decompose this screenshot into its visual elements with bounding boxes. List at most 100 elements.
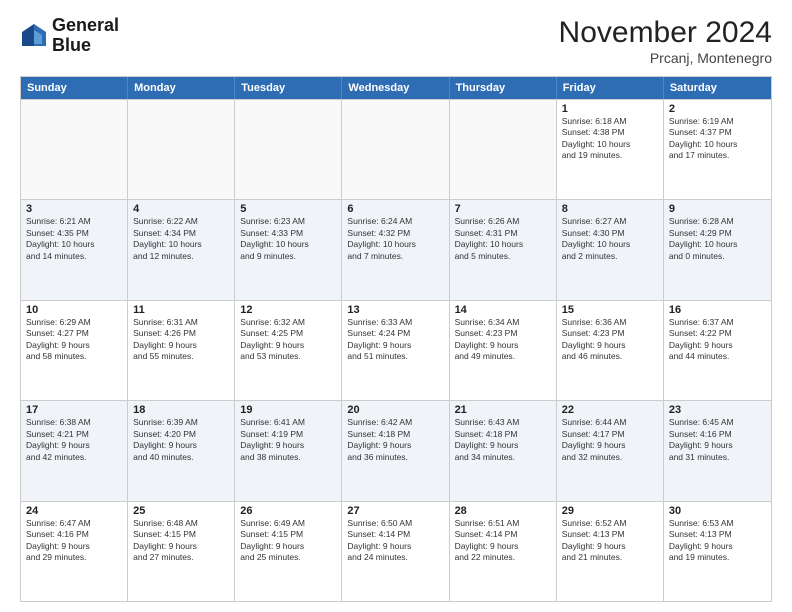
- day-number: 27: [347, 505, 443, 517]
- cell-info: Sunrise: 6:28 AM Sunset: 4:29 PM Dayligh…: [669, 216, 766, 262]
- cal-cell: 23Sunrise: 6:45 AM Sunset: 4:16 PM Dayli…: [664, 401, 771, 500]
- subtitle: Prcanj, Montenegro: [559, 50, 772, 66]
- cal-row-2: 3Sunrise: 6:21 AM Sunset: 4:35 PM Daylig…: [21, 199, 771, 299]
- day-header-tuesday: Tuesday: [235, 77, 342, 99]
- cell-info: Sunrise: 6:41 AM Sunset: 4:19 PM Dayligh…: [240, 417, 336, 463]
- day-number: 24: [26, 505, 122, 517]
- day-number: 15: [562, 304, 658, 316]
- main-title: November 2024: [559, 16, 772, 50]
- day-number: 6: [347, 203, 443, 215]
- day-number: 1: [562, 103, 658, 115]
- cal-cell: 29Sunrise: 6:52 AM Sunset: 4:13 PM Dayli…: [557, 502, 664, 601]
- cell-info: Sunrise: 6:49 AM Sunset: 4:15 PM Dayligh…: [240, 518, 336, 564]
- header: General Blue November 2024 Prcanj, Monte…: [20, 16, 772, 66]
- cell-info: Sunrise: 6:27 AM Sunset: 4:30 PM Dayligh…: [562, 216, 658, 262]
- day-header-saturday: Saturday: [664, 77, 771, 99]
- cal-cell: 24Sunrise: 6:47 AM Sunset: 4:16 PM Dayli…: [21, 502, 128, 601]
- day-header-sunday: Sunday: [21, 77, 128, 99]
- day-number: 20: [347, 404, 443, 416]
- cell-info: Sunrise: 6:37 AM Sunset: 4:22 PM Dayligh…: [669, 317, 766, 363]
- cell-info: Sunrise: 6:48 AM Sunset: 4:15 PM Dayligh…: [133, 518, 229, 564]
- cal-cell: 9Sunrise: 6:28 AM Sunset: 4:29 PM Daylig…: [664, 200, 771, 299]
- calendar-header: SundayMondayTuesdayWednesdayThursdayFrid…: [21, 77, 771, 99]
- logo-text: General Blue: [52, 16, 119, 56]
- cal-cell: 27Sunrise: 6:50 AM Sunset: 4:14 PM Dayli…: [342, 502, 449, 601]
- cal-cell: 13Sunrise: 6:33 AM Sunset: 4:24 PM Dayli…: [342, 301, 449, 400]
- day-number: 18: [133, 404, 229, 416]
- cell-info: Sunrise: 6:22 AM Sunset: 4:34 PM Dayligh…: [133, 216, 229, 262]
- day-header-wednesday: Wednesday: [342, 77, 449, 99]
- calendar-body: 1Sunrise: 6:18 AM Sunset: 4:38 PM Daylig…: [21, 99, 771, 601]
- cal-cell: 14Sunrise: 6:34 AM Sunset: 4:23 PM Dayli…: [450, 301, 557, 400]
- day-number: 23: [669, 404, 766, 416]
- cal-cell: [235, 100, 342, 199]
- cell-info: Sunrise: 6:26 AM Sunset: 4:31 PM Dayligh…: [455, 216, 551, 262]
- page: General Blue November 2024 Prcanj, Monte…: [0, 0, 792, 612]
- cal-row-4: 17Sunrise: 6:38 AM Sunset: 4:21 PM Dayli…: [21, 400, 771, 500]
- cal-cell: [450, 100, 557, 199]
- cell-info: Sunrise: 6:45 AM Sunset: 4:16 PM Dayligh…: [669, 417, 766, 463]
- cell-info: Sunrise: 6:38 AM Sunset: 4:21 PM Dayligh…: [26, 417, 122, 463]
- day-number: 4: [133, 203, 229, 215]
- cal-cell: 18Sunrise: 6:39 AM Sunset: 4:20 PM Dayli…: [128, 401, 235, 500]
- day-number: 5: [240, 203, 336, 215]
- cell-info: Sunrise: 6:39 AM Sunset: 4:20 PM Dayligh…: [133, 417, 229, 463]
- day-number: 11: [133, 304, 229, 316]
- cell-info: Sunrise: 6:19 AM Sunset: 4:37 PM Dayligh…: [669, 116, 766, 162]
- day-number: 22: [562, 404, 658, 416]
- cell-info: Sunrise: 6:50 AM Sunset: 4:14 PM Dayligh…: [347, 518, 443, 564]
- day-header-thursday: Thursday: [450, 77, 557, 99]
- cal-cell: 16Sunrise: 6:37 AM Sunset: 4:22 PM Dayli…: [664, 301, 771, 400]
- cell-info: Sunrise: 6:31 AM Sunset: 4:26 PM Dayligh…: [133, 317, 229, 363]
- cal-cell: 7Sunrise: 6:26 AM Sunset: 4:31 PM Daylig…: [450, 200, 557, 299]
- logo-icon: [20, 22, 48, 50]
- title-block: November 2024 Prcanj, Montenegro: [559, 16, 772, 66]
- day-number: 2: [669, 103, 766, 115]
- cal-cell: 28Sunrise: 6:51 AM Sunset: 4:14 PM Dayli…: [450, 502, 557, 601]
- calendar: SundayMondayTuesdayWednesdayThursdayFrid…: [20, 76, 772, 602]
- day-number: 19: [240, 404, 336, 416]
- day-number: 8: [562, 203, 658, 215]
- cal-row-3: 10Sunrise: 6:29 AM Sunset: 4:27 PM Dayli…: [21, 300, 771, 400]
- cal-cell: 1Sunrise: 6:18 AM Sunset: 4:38 PM Daylig…: [557, 100, 664, 199]
- day-number: 16: [669, 304, 766, 316]
- cell-info: Sunrise: 6:33 AM Sunset: 4:24 PM Dayligh…: [347, 317, 443, 363]
- day-number: 30: [669, 505, 766, 517]
- cal-cell: 11Sunrise: 6:31 AM Sunset: 4:26 PM Dayli…: [128, 301, 235, 400]
- cell-info: Sunrise: 6:29 AM Sunset: 4:27 PM Dayligh…: [26, 317, 122, 363]
- cal-cell: 3Sunrise: 6:21 AM Sunset: 4:35 PM Daylig…: [21, 200, 128, 299]
- cell-info: Sunrise: 6:43 AM Sunset: 4:18 PM Dayligh…: [455, 417, 551, 463]
- day-number: 10: [26, 304, 122, 316]
- cal-cell: 17Sunrise: 6:38 AM Sunset: 4:21 PM Dayli…: [21, 401, 128, 500]
- day-number: 25: [133, 505, 229, 517]
- logo-line1: General: [52, 16, 119, 36]
- cell-info: Sunrise: 6:21 AM Sunset: 4:35 PM Dayligh…: [26, 216, 122, 262]
- cal-cell: [342, 100, 449, 199]
- day-header-friday: Friday: [557, 77, 664, 99]
- cal-cell: 26Sunrise: 6:49 AM Sunset: 4:15 PM Dayli…: [235, 502, 342, 601]
- day-number: 26: [240, 505, 336, 517]
- cal-cell: [128, 100, 235, 199]
- day-number: 7: [455, 203, 551, 215]
- cell-info: Sunrise: 6:52 AM Sunset: 4:13 PM Dayligh…: [562, 518, 658, 564]
- cal-cell: 15Sunrise: 6:36 AM Sunset: 4:23 PM Dayli…: [557, 301, 664, 400]
- day-number: 12: [240, 304, 336, 316]
- day-number: 9: [669, 203, 766, 215]
- day-number: 3: [26, 203, 122, 215]
- cal-row-5: 24Sunrise: 6:47 AM Sunset: 4:16 PM Dayli…: [21, 501, 771, 601]
- cell-info: Sunrise: 6:53 AM Sunset: 4:13 PM Dayligh…: [669, 518, 766, 564]
- cal-cell: 2Sunrise: 6:19 AM Sunset: 4:37 PM Daylig…: [664, 100, 771, 199]
- cal-row-1: 1Sunrise: 6:18 AM Sunset: 4:38 PM Daylig…: [21, 99, 771, 199]
- cell-info: Sunrise: 6:42 AM Sunset: 4:18 PM Dayligh…: [347, 417, 443, 463]
- day-number: 14: [455, 304, 551, 316]
- cal-cell: 19Sunrise: 6:41 AM Sunset: 4:19 PM Dayli…: [235, 401, 342, 500]
- cal-cell: 5Sunrise: 6:23 AM Sunset: 4:33 PM Daylig…: [235, 200, 342, 299]
- logo: General Blue: [20, 16, 119, 56]
- day-number: 13: [347, 304, 443, 316]
- cal-cell: [21, 100, 128, 199]
- cal-cell: 8Sunrise: 6:27 AM Sunset: 4:30 PM Daylig…: [557, 200, 664, 299]
- cell-info: Sunrise: 6:24 AM Sunset: 4:32 PM Dayligh…: [347, 216, 443, 262]
- cal-cell: 21Sunrise: 6:43 AM Sunset: 4:18 PM Dayli…: [450, 401, 557, 500]
- cell-info: Sunrise: 6:36 AM Sunset: 4:23 PM Dayligh…: [562, 317, 658, 363]
- day-number: 29: [562, 505, 658, 517]
